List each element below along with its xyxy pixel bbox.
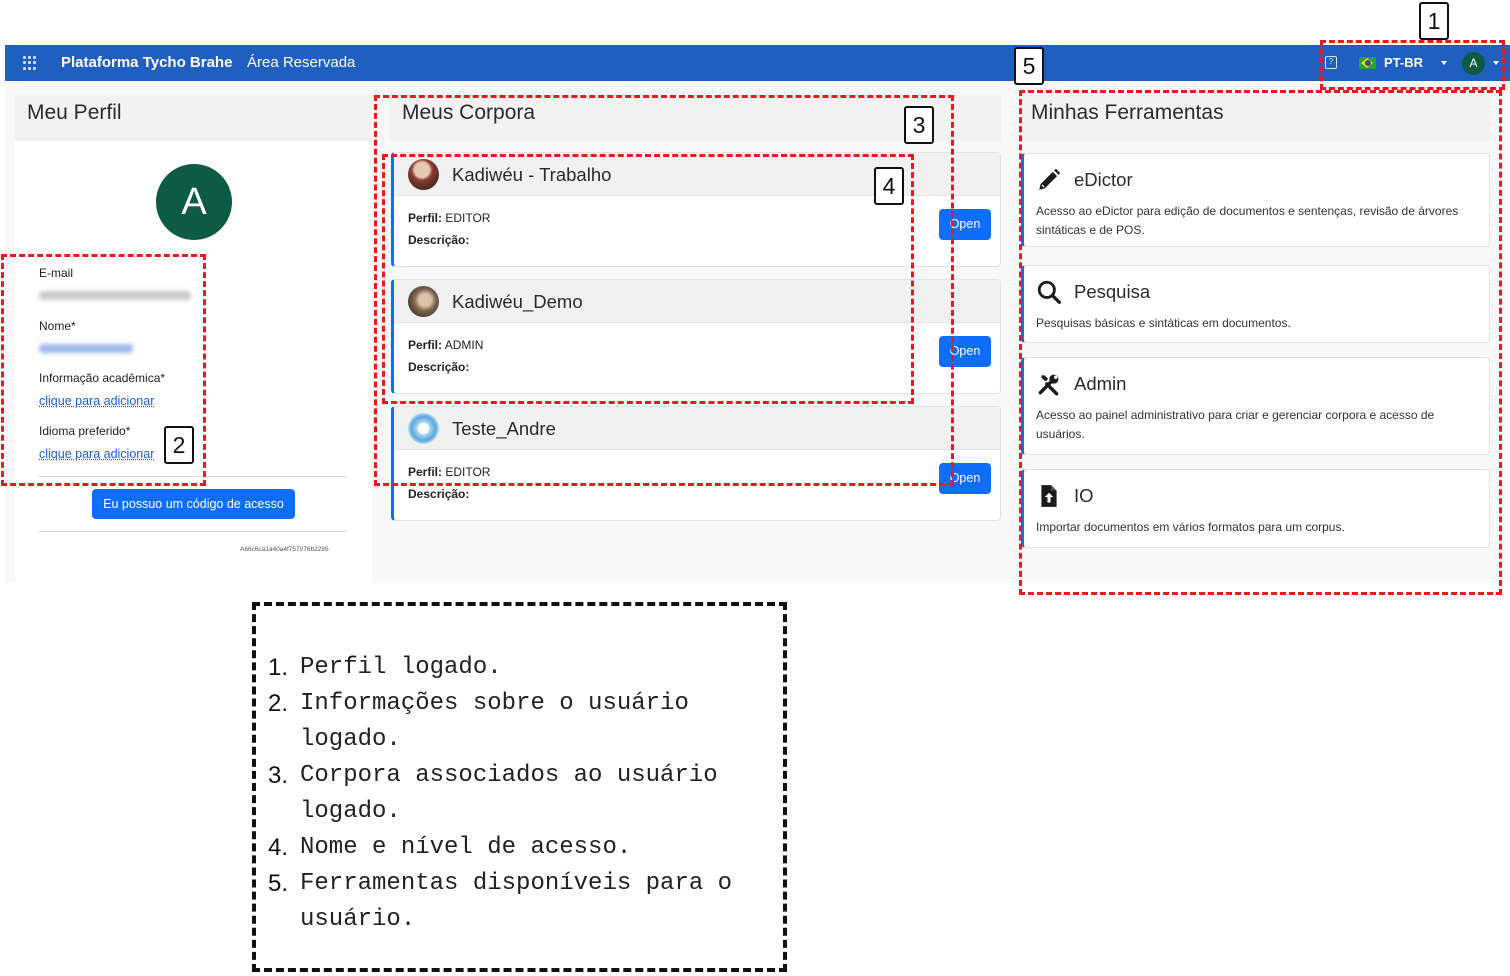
legend-number: 5. xyxy=(268,870,289,897)
legend-item: 5. Ferramentas disponíveis para o usuário… xyxy=(268,866,788,938)
annotation-marker-4: 4 xyxy=(874,167,904,205)
legend-number: 3. xyxy=(268,762,289,789)
corpus-role: Perfil: EDITOR xyxy=(408,211,490,225)
help-book-icon[interactable]: ? xyxy=(1325,56,1337,69)
divider xyxy=(39,476,347,477)
corpus-description: Descrição: xyxy=(408,487,469,501)
tool-name: eDictor xyxy=(1074,169,1133,190)
preferred-language-label: Idioma preferido* xyxy=(39,424,131,438)
legend-text: Corpora associados ao usuário logado. xyxy=(300,762,718,825)
tool-card-admin[interactable]: Admin Acesso ao painel administrativo pa… xyxy=(1021,357,1490,455)
tool-description: Importar documentos em vários formatos p… xyxy=(1036,520,1345,534)
file-upload-icon xyxy=(1041,485,1057,507)
tool-description: Acesso ao eDictor para edição de documen… xyxy=(1036,204,1459,237)
corpus-description: Descrição: xyxy=(408,360,469,374)
legend-number: 1. xyxy=(268,654,289,681)
divider xyxy=(39,531,347,532)
description-label: Descrição: xyxy=(408,487,470,501)
corpus-card-header: Kadiwéu - Trabalho xyxy=(394,153,1000,196)
open-corpus-button[interactable]: Open xyxy=(939,336,991,367)
email-label: E-mail xyxy=(39,266,74,280)
corpus-role-value: ADMIN xyxy=(444,338,484,352)
apps-grid-icon[interactable] xyxy=(23,56,37,70)
academic-info-label: Informação acadêmica* xyxy=(39,371,166,385)
user-id-hash: A66c6ca1a40a4f757076b2285 xyxy=(240,546,329,553)
legend-item: 3. Corpora associados ao usuário logado. xyxy=(268,758,788,830)
corpus-image xyxy=(408,159,439,190)
email-value-redacted xyxy=(39,291,191,300)
legend-text: Perfil logado. xyxy=(300,654,502,681)
tools-panel-title: Minhas Ferramentas xyxy=(1019,95,1490,141)
pencil-icon xyxy=(1039,168,1061,190)
corpus-card: Kadiwéu_Demo Perfil: ADMIN Descrição: Op… xyxy=(391,279,1001,394)
tools-icon xyxy=(1038,374,1059,396)
open-corpus-button[interactable]: Open xyxy=(939,209,991,240)
corpus-name: Kadiwéu_Demo xyxy=(452,291,583,312)
legend-number: 4. xyxy=(268,834,289,861)
brand-subtitle: Área Reservada xyxy=(247,54,356,71)
academic-info-add-link[interactable]: clique para adicionar xyxy=(39,394,154,408)
profile-panel-title: Meu Perfil xyxy=(15,95,372,141)
profile-label: Perfil: xyxy=(408,465,443,479)
legend-text: Informações sobre o usuário logado. xyxy=(300,690,689,753)
chevron-down-icon[interactable] xyxy=(1441,61,1447,65)
corpus-card: Kadiwéu - Trabalho Perfil: EDITOR Descri… xyxy=(391,152,1001,267)
corpus-image xyxy=(408,286,439,317)
corpus-card: Teste_Andre Perfil: EDITOR Descrição: Op… xyxy=(391,406,1001,521)
legend-item: 2. Informações sobre o usuário logado. xyxy=(268,686,788,758)
user-avatar[interactable]: A xyxy=(1462,52,1485,75)
top-navbar: Plataforma Tycho Brahe Área Reservada ? … xyxy=(5,45,1510,81)
name-label: Nome* xyxy=(39,319,76,333)
annotation-marker-5: 5 xyxy=(1014,47,1044,85)
language-selector[interactable]: PT-BR xyxy=(1384,55,1423,70)
tool-card-io[interactable]: IO Importar documentos em vários formato… xyxy=(1021,469,1490,548)
tool-name: Admin xyxy=(1074,373,1127,394)
search-icon xyxy=(1037,280,1061,304)
annotation-legend: 1. Perfil logado. 2. Informações sobre o u… xyxy=(252,602,787,972)
description-label: Descrição: xyxy=(408,360,470,374)
annotation-marker-1: 1 xyxy=(1419,2,1449,40)
legend-item: 1. Perfil logado. xyxy=(268,650,788,686)
tool-card-pesquisa[interactable]: Pesquisa Pesquisas básicas e sintáticas … xyxy=(1021,265,1490,343)
annotation-marker-2: 2 xyxy=(164,426,194,464)
annotation-marker-3: 3 xyxy=(904,106,934,144)
corpus-card-header: Kadiwéu_Demo xyxy=(394,280,1000,323)
tool-name: Pesquisa xyxy=(1074,281,1151,302)
tool-description: Pesquisas básicas e sintáticas em docume… xyxy=(1036,316,1291,330)
legend-text: Nome e nível de acesso. xyxy=(300,834,632,861)
corpus-image xyxy=(408,413,439,444)
corpus-description: Descrição: xyxy=(408,233,469,247)
corpus-card-header: Teste_Andre xyxy=(394,407,1000,450)
corpus-role: Perfil: EDITOR xyxy=(408,465,490,479)
profile-label: Perfil: xyxy=(408,338,443,352)
chevron-down-icon[interactable] xyxy=(1493,61,1499,65)
corpus-name: Teste_Andre xyxy=(452,418,556,439)
brazil-flag-icon xyxy=(1359,57,1376,69)
profile-label: Perfil: xyxy=(408,211,443,225)
open-corpus-button[interactable]: Open xyxy=(939,463,991,494)
profile-avatar: A xyxy=(156,164,232,240)
legend-text: Ferramentas disponíveis para o usuário. xyxy=(300,870,733,933)
brand-title[interactable]: Plataforma Tycho Brahe xyxy=(61,54,232,71)
tool-description: Acesso ao painel administrativo para cri… xyxy=(1036,408,1435,441)
legend-number: 2. xyxy=(268,690,289,717)
legend-item: 4. Nome e nível de acesso. xyxy=(268,830,788,866)
tool-card-edictor[interactable]: eDictor Acesso ao eDictor para edição de… xyxy=(1021,153,1490,247)
corpus-role-value: EDITOR xyxy=(445,211,491,225)
corpus-role-value: EDITOR xyxy=(445,465,491,479)
access-code-button[interactable]: Eu possuo um código de acesso xyxy=(92,489,295,519)
description-label: Descrição: xyxy=(408,233,470,247)
preferred-language-add-link[interactable]: clique para adicionar xyxy=(39,447,154,461)
corpus-role: Perfil: ADMIN xyxy=(408,338,483,352)
name-value-redacted[interactable] xyxy=(39,344,133,353)
tool-name: IO xyxy=(1074,485,1094,506)
corpus-name: Kadiwéu - Trabalho xyxy=(452,164,612,185)
